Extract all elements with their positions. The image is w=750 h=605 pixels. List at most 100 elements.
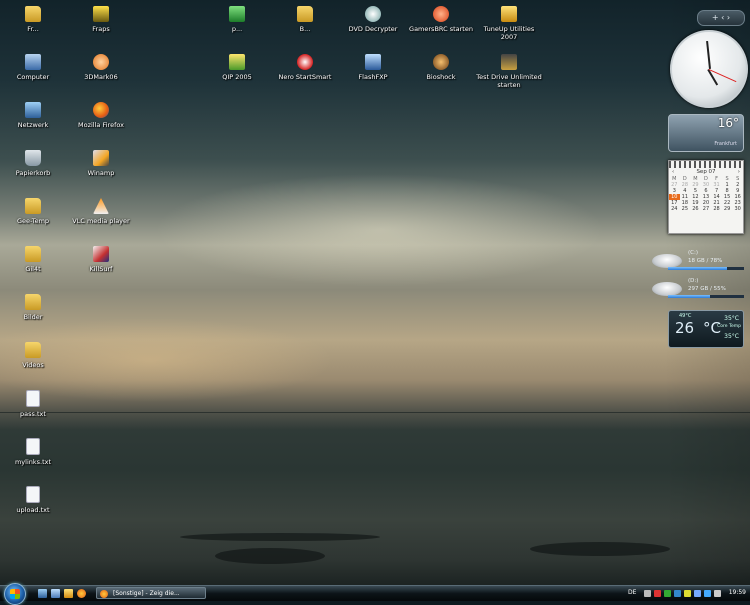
- drive-usage: 297 GB / 55%: [688, 286, 726, 292]
- desktop-icon-nero[interactable]: Nero StartSmart: [272, 54, 338, 81]
- folder-icon: [25, 6, 41, 22]
- desktop-icon-mylinks-txt[interactable]: mylinks.txt: [0, 438, 66, 466]
- killsurf-icon: [93, 246, 109, 262]
- taskbar-button-firefox[interactable]: [Sonstige] - Zeig die...: [96, 587, 206, 599]
- desktop-icon-folder-bilder[interactable]: Bilder: [0, 294, 66, 321]
- vlc-cone-icon: [93, 198, 109, 214]
- folder-icon: [25, 198, 41, 214]
- network-tray-icon[interactable]: [694, 590, 701, 597]
- test-drive-icon: [501, 54, 517, 70]
- clock-gadget[interactable]: [670, 30, 748, 108]
- desktop-icon-flashfxp[interactable]: FlashFXP: [340, 54, 406, 81]
- drive-d-gadget[interactable]: (D:) 297 GB / 55%: [652, 278, 744, 300]
- desktop-icon-winamp[interactable]: Winamp: [68, 150, 134, 177]
- desktop-icon-qip[interactable]: QIP 2005: [204, 54, 270, 81]
- icon-label: Videos: [22, 361, 44, 369]
- icon-label: pass.txt: [20, 410, 46, 418]
- gamersbrc-icon: [433, 6, 449, 22]
- drive-c-gadget[interactable]: (C:) 18 GB / 78%: [652, 250, 744, 272]
- tray-app-icon[interactable]: [704, 590, 711, 597]
- tray-app-icon[interactable]: [664, 590, 671, 597]
- drive-usage: 18 GB / 78%: [688, 258, 723, 264]
- icon-label: p...: [231, 25, 243, 33]
- qip-flower-icon: [229, 54, 245, 70]
- tray-app-icon[interactable]: [674, 590, 681, 597]
- desktop-icon-folder-videos[interactable]: Videos: [0, 342, 66, 369]
- icon-label: B...: [299, 25, 311, 33]
- icon-label: Fraps: [92, 25, 110, 33]
- desktop-icon-tuneup[interactable]: TuneUp Utilities 2007: [476, 6, 542, 41]
- recycle-bin-icon: [25, 150, 41, 166]
- calendar-day[interactable]: 26: [690, 206, 701, 212]
- calendar-day[interactable]: 30: [732, 206, 743, 212]
- volume-icon[interactable]: [714, 590, 721, 597]
- switch-windows-icon[interactable]: [51, 589, 60, 598]
- core-temp-gadget[interactable]: 49°C 26 °C 35°C Core Temp 35°C: [668, 310, 744, 348]
- firefox-quicklaunch-icon[interactable]: [77, 589, 86, 598]
- icon-label: Bioshock: [426, 73, 456, 81]
- beach-puddle: [530, 542, 670, 556]
- desktop-icon-network[interactable]: Netzwerk: [0, 102, 66, 129]
- desktop-icon-folder-gee-temp[interactable]: Gee-Temp: [0, 198, 66, 225]
- desktop-icon-gamersbrc[interactable]: GamersBRC starten: [408, 6, 474, 33]
- start-button[interactable]: [4, 583, 26, 605]
- tray-arrow-icon[interactable]: [644, 590, 651, 597]
- tray-clock[interactable]: 19:59: [729, 589, 746, 596]
- calendar-prev-button[interactable]: ‹: [672, 169, 674, 175]
- calendar-day[interactable]: 27: [701, 206, 712, 212]
- tray-app-icon[interactable]: [684, 590, 691, 597]
- green-app-icon: [229, 6, 245, 22]
- calendar-next-button[interactable]: ›: [738, 169, 740, 175]
- desktop-icon-3dmark06[interactable]: 3DMark06: [68, 54, 134, 81]
- weather-gadget[interactable]: 16° Frankfurt: [668, 114, 744, 152]
- calendar-day[interactable]: 25: [680, 206, 691, 212]
- explorer-icon[interactable]: [64, 589, 73, 598]
- sidebar-controls[interactable]: + ‹ ›: [697, 10, 745, 26]
- desktop-icon-vlc[interactable]: VLC media player: [68, 198, 134, 225]
- desktop-icon-recycle-bin[interactable]: Papierkorb: [0, 150, 66, 177]
- desktop-icon-green-app[interactable]: p...: [204, 6, 270, 33]
- folder-icon: [297, 6, 313, 22]
- desktop-icon-fraps[interactable]: Fraps: [68, 6, 134, 33]
- icon-label: Gee-Temp: [16, 217, 50, 225]
- text-file-icon: [26, 486, 40, 503]
- calendar-day[interactable]: 28: [711, 206, 722, 212]
- desktop-icon-dvd-decrypter[interactable]: DVD Decrypter: [340, 6, 406, 33]
- desktop-icon-firefox[interactable]: Mozilla Firefox: [68, 102, 134, 129]
- desktop-icon-pass-txt[interactable]: pass.txt: [0, 390, 66, 418]
- desktop-icon-killsurf[interactable]: KillSurf: [68, 246, 134, 273]
- horizon-line: [0, 412, 750, 413]
- icon-label: FlashFXP: [358, 73, 388, 81]
- tray-app-icon[interactable]: [654, 590, 661, 597]
- icon-label: Test Drive Unlimited starten: [476, 73, 542, 89]
- calendar-rings: [669, 161, 743, 168]
- flashfxp-icon: [365, 54, 381, 70]
- desktop-icon-folder-gil4t[interactable]: Gil4t: [0, 246, 66, 273]
- icon-label: VLC media player: [72, 217, 130, 225]
- desktop-icon-test-drive-unlimited[interactable]: Test Drive Unlimited starten: [476, 54, 542, 89]
- language-indicator[interactable]: DE: [628, 589, 636, 596]
- weather-location: Frankfurt: [714, 141, 737, 147]
- calendar-day[interactable]: 24: [669, 206, 680, 212]
- drive-name: (D:): [688, 278, 699, 284]
- tuneup-icon: [501, 6, 517, 22]
- core-temp-label: Core Temp: [717, 324, 741, 329]
- calendar-gadget[interactable]: ‹ Sep 07 › M D M D F S S 27 28 29 30 31 …: [668, 160, 744, 234]
- show-desktop-icon[interactable]: [38, 589, 47, 598]
- calendar-day[interactable]: 29: [722, 206, 733, 212]
- desktop-icon-folder-top[interactable]: Fr...: [0, 6, 66, 33]
- drive-usage-fill: [668, 267, 728, 270]
- icon-label: Computer: [16, 73, 50, 81]
- windows-logo-icon: [10, 589, 20, 599]
- desktop-icon-bioshock[interactable]: Bioshock: [408, 54, 474, 81]
- desktop-icon-computer[interactable]: Computer: [0, 54, 66, 81]
- icon-label: Winamp: [87, 169, 115, 177]
- icon-label: upload.txt: [16, 506, 50, 514]
- taskbar: [Sonstige] - Zeig die... DE 19:59: [0, 583, 750, 605]
- desktop-background: Fr... Computer Netzwerk Papierkorb Gee-T…: [0, 0, 750, 585]
- desktop-icon-folder-b[interactable]: B...: [272, 6, 338, 33]
- network-icon: [25, 102, 41, 118]
- computer-icon: [25, 54, 41, 70]
- desktop-icon-upload-txt[interactable]: upload.txt: [0, 486, 66, 514]
- core-temp-low: 35°C: [724, 333, 739, 340]
